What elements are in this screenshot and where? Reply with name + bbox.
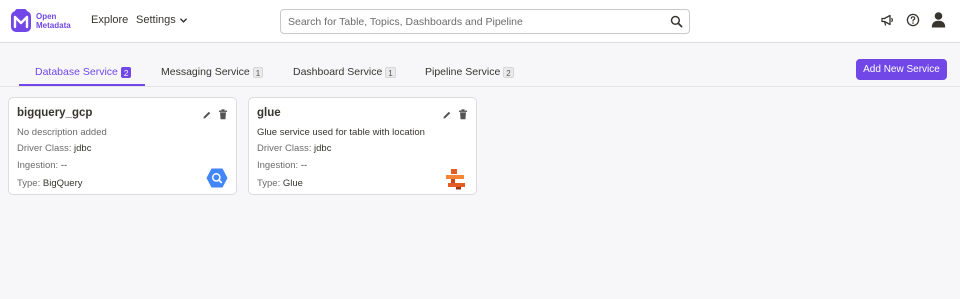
- driver-class-value: jdbc: [74, 143, 92, 154]
- search-input[interactable]: [281, 10, 661, 33]
- service-card-glue[interactable]: glue Glue service used for table with lo…: [248, 97, 477, 195]
- search-box: [280, 9, 690, 34]
- tab-messaging-service[interactable]: Messaging Service 1: [161, 66, 264, 78]
- logo-text: Open Metadata: [36, 12, 71, 30]
- search-icon[interactable]: [670, 15, 683, 28]
- card-actions: [442, 107, 468, 125]
- chevron-down-icon: [179, 17, 187, 23]
- type-label: Type:: [17, 178, 41, 189]
- openmetadata-logo-icon: [11, 9, 31, 32]
- nav-settings-label: Settings: [136, 14, 176, 26]
- tab-label: Pipeline Service: [425, 66, 501, 78]
- type-value: Glue: [282, 178, 303, 189]
- tabs-divider: [0, 86, 960, 87]
- logo-text-line2: Metadata: [36, 21, 71, 30]
- ingestion: Ingestion: --: [17, 160, 67, 171]
- type-value: BigQuery: [42, 178, 83, 189]
- service-tabs: Database Service 2 Messaging Service 1 D…: [19, 58, 941, 86]
- aws-glue-logo-icon: [446, 169, 465, 190]
- nav-settings-menu[interactable]: Settings: [136, 14, 188, 26]
- bigquery-logo-icon: [206, 168, 228, 188]
- type-label: Type:: [257, 178, 281, 189]
- openmetadata-logo[interactable]: Open Metadata: [10, 8, 71, 34]
- edit-icon[interactable]: [442, 107, 452, 125]
- service-description: Glue service used for table with locatio…: [257, 127, 425, 138]
- driver-class-value: jdbc: [314, 143, 332, 154]
- edit-icon[interactable]: [202, 107, 212, 125]
- nav-explore-link[interactable]: Explore: [91, 14, 128, 26]
- delete-icon[interactable]: [218, 107, 228, 125]
- tab-pipeline-service[interactable]: Pipeline Service 2: [425, 66, 514, 78]
- top-navbar: Open Metadata Explore Settings: [0, 0, 960, 43]
- tab-count-badge: 2: [503, 66, 514, 78]
- logo-text-line1: Open: [36, 12, 57, 21]
- tab-count-badge: 2: [120, 66, 132, 78]
- tab-dashboard-service[interactable]: Dashboard Service 1: [293, 66, 396, 78]
- driver-class-label: Driver Class:: [17, 143, 72, 154]
- ingestion-value: --: [300, 160, 308, 171]
- service-type: Type: BigQuery: [17, 178, 83, 189]
- ingestion-label: Ingestion:: [257, 160, 299, 171]
- service-card-title[interactable]: bigquery_gcp: [17, 107, 92, 119]
- tab-count-badge: 1: [385, 66, 396, 78]
- add-new-service-button[interactable]: Add New Service: [856, 59, 947, 80]
- tab-label: Database Service: [35, 66, 118, 78]
- tab-database-service[interactable]: Database Service 2: [35, 66, 132, 78]
- driver-class: Driver Class: jdbc: [257, 143, 331, 154]
- service-card-bigquery-gcp[interactable]: bigquery_gcp No description added Driver…: [8, 97, 237, 195]
- user-avatar-icon[interactable]: [931, 11, 946, 28]
- ingestion-label: Ingestion:: [17, 160, 59, 171]
- help-icon[interactable]: [906, 13, 920, 27]
- ingestion-value: --: [60, 160, 68, 171]
- announcement-icon[interactable]: [880, 13, 894, 27]
- tab-label: Dashboard Service: [293, 66, 383, 78]
- service-description: No description added: [17, 127, 107, 138]
- card-actions: [202, 107, 228, 125]
- ingestion: Ingestion: --: [257, 160, 307, 171]
- driver-class: Driver Class: jdbc: [17, 143, 91, 154]
- service-type: Type: Glue: [257, 178, 303, 189]
- service-card-title[interactable]: glue: [257, 107, 281, 119]
- tab-count-badge: 1: [252, 66, 264, 78]
- tab-label: Messaging Service: [161, 66, 250, 78]
- driver-class-label: Driver Class:: [257, 143, 312, 154]
- delete-icon[interactable]: [458, 107, 468, 125]
